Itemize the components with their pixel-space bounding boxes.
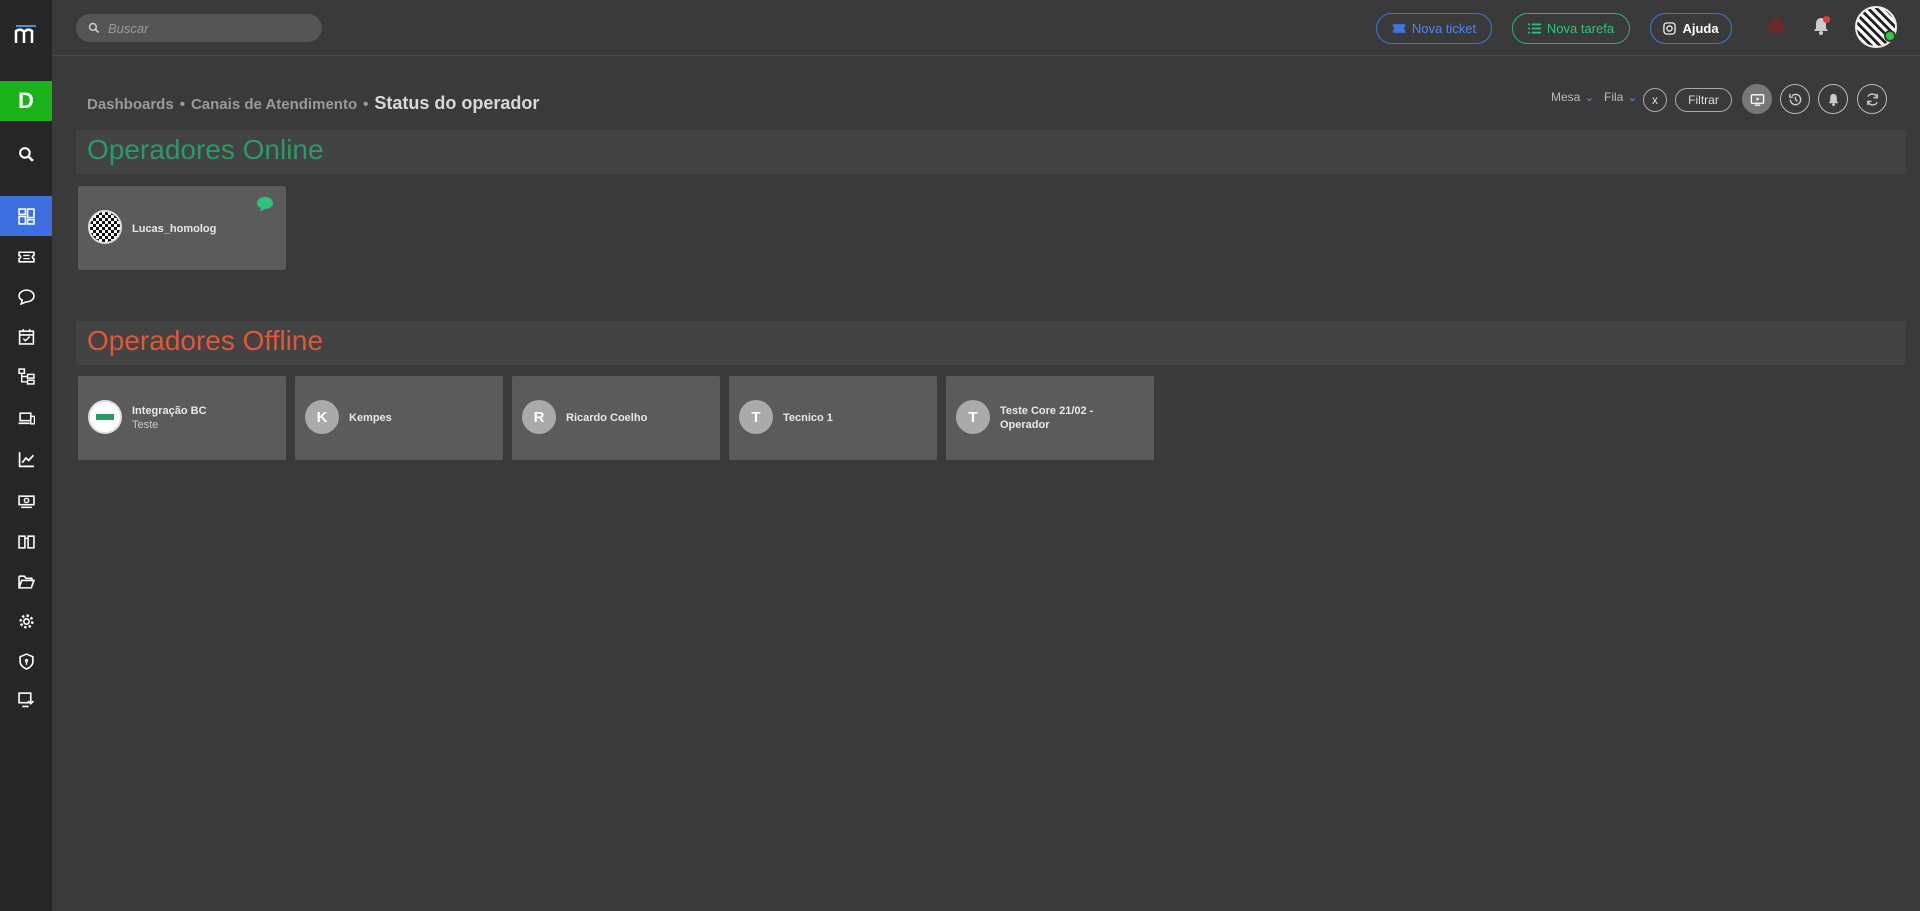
operator-card-offline[interactable]: Integração BC Teste (78, 376, 286, 460)
sidebar-item-knowledge[interactable] (0, 521, 52, 561)
sidebar-item-chat[interactable] (0, 276, 52, 316)
operator-name: Lucas_homolog (132, 223, 217, 235)
avatar (88, 400, 122, 434)
avatar (88, 210, 122, 244)
sidebar-item-calendar[interactable] (0, 316, 52, 356)
breadcrumb-item-dashboards[interactable]: Dashboards (87, 96, 174, 113)
book-icon (17, 534, 35, 549)
avatar: T (739, 400, 773, 434)
calendar-icon (18, 328, 34, 345)
status-indicator[interactable] (1768, 18, 1784, 34)
operator-card-offline[interactable]: T Teste Core 21/02 - Operador (946, 376, 1154, 460)
download-icon (17, 691, 34, 707)
mesa-label: Mesa (1551, 90, 1581, 104)
sidebar-item-hierarchy[interactable] (0, 356, 52, 396)
search-icon (18, 146, 34, 162)
ticket-icon (17, 250, 35, 263)
sidebar-item-downloads[interactable] (0, 679, 52, 719)
breadcrumb-item-channels[interactable]: Canais de Atendimento (191, 96, 357, 113)
chevron-down-icon: ⌄ (1627, 90, 1638, 104)
hierarchy-icon (17, 367, 35, 385)
operator-card-online[interactable]: Lucas_homolog (78, 186, 286, 270)
new-task-button[interactable]: Nova tarefa (1512, 13, 1630, 44)
workspace-badge[interactable]: D (0, 81, 52, 121)
operator-name: Integração BC (132, 405, 207, 417)
avatar: R (522, 400, 556, 434)
chevron-down-icon: ⌄ (1584, 90, 1595, 104)
chat-icon (17, 288, 35, 305)
tv-icon (1750, 93, 1764, 106)
list-icon (1527, 23, 1541, 34)
fila-label: Fila (1604, 90, 1624, 104)
sidebar-item-security[interactable] (0, 641, 52, 681)
sidebar-item-settings[interactable] (0, 601, 52, 641)
offline-section-header (76, 321, 1906, 365)
sidebar: D (0, 0, 52, 911)
help-button[interactable]: Ajuda (1650, 13, 1732, 44)
history-button[interactable] (1780, 84, 1810, 114)
new-ticket-label: Nova ticket (1411, 21, 1477, 36)
operator-name: Tecnico 1 (783, 412, 833, 424)
help-label: Ajuda (1682, 21, 1719, 36)
breadcrumb: Dashboards • Canais de Atendimento • Sta… (87, 93, 539, 114)
history-icon (1788, 93, 1801, 105)
devices-icon (18, 411, 35, 425)
notification-badge (1823, 16, 1830, 23)
apply-filter-button[interactable]: Filtrar (1675, 88, 1732, 112)
fila-dropdown[interactable]: Fila ⌄ (1604, 90, 1637, 104)
operator-name: Kempes (349, 412, 392, 424)
shield-icon (18, 652, 34, 670)
avatar: T (956, 400, 990, 434)
new-ticket-button[interactable]: Nova ticket (1376, 13, 1492, 44)
online-section-title: Operadores Online (87, 134, 324, 165)
operator-name: Teste Core 21/02 - Operador (1000, 405, 1094, 431)
folder-icon (17, 574, 35, 589)
breadcrumb-separator: • (363, 96, 369, 113)
offline-section-title: Operadores Offline (87, 325, 324, 356)
page-title: Status do operador (374, 93, 540, 113)
clear-filter-button[interactable]: x (1643, 88, 1667, 112)
alerts-button[interactable] (1818, 84, 1848, 114)
chat-bubble-icon[interactable] (256, 196, 274, 212)
sidebar-item-dashboards[interactable] (0, 196, 52, 236)
gear-icon (18, 613, 34, 629)
search-icon (88, 22, 100, 34)
topbar: Nova ticket Nova tarefa Ajuda (52, 0, 1920, 56)
ticket-icon (1392, 24, 1405, 33)
money-icon (17, 494, 35, 508)
avatar: K (305, 400, 339, 434)
search-box[interactable] (76, 14, 322, 42)
mesa-dropdown[interactable]: Mesa ⌄ (1551, 90, 1594, 104)
sidebar-item-finance[interactable] (0, 481, 52, 521)
refresh-icon (1866, 92, 1878, 106)
new-task-label: Nova tarefa (1546, 21, 1615, 36)
operator-card-offline[interactable]: T Tecnico 1 (729, 376, 937, 460)
chart-icon (18, 451, 34, 467)
operator-name: Ricardo Coelho (566, 412, 648, 424)
operator-subtitle: Teste (132, 419, 159, 431)
app-logo[interactable] (0, 16, 52, 52)
tv-mode-button[interactable] (1742, 84, 1772, 114)
online-section-header (76, 130, 1906, 174)
user-online-status (1884, 30, 1896, 42)
sidebar-item-devices[interactable] (0, 398, 52, 438)
sidebar-item-files[interactable] (0, 561, 52, 601)
operator-card-offline[interactable]: K Kempes (295, 376, 503, 460)
dashboard-icon (17, 207, 35, 225)
operator-card-offline[interactable]: R Ricardo Coelho (512, 376, 720, 460)
logo-icon (14, 25, 36, 43)
help-icon (1663, 22, 1677, 35)
refresh-button[interactable] (1857, 84, 1887, 114)
sidebar-item-tickets[interactable] (0, 236, 52, 276)
search-input[interactable] (108, 20, 308, 36)
sidebar-item-reports[interactable] (0, 439, 52, 479)
sidebar-item-search[interactable] (0, 134, 52, 174)
breadcrumb-separator: • (179, 96, 185, 113)
bell-icon (1828, 93, 1838, 106)
